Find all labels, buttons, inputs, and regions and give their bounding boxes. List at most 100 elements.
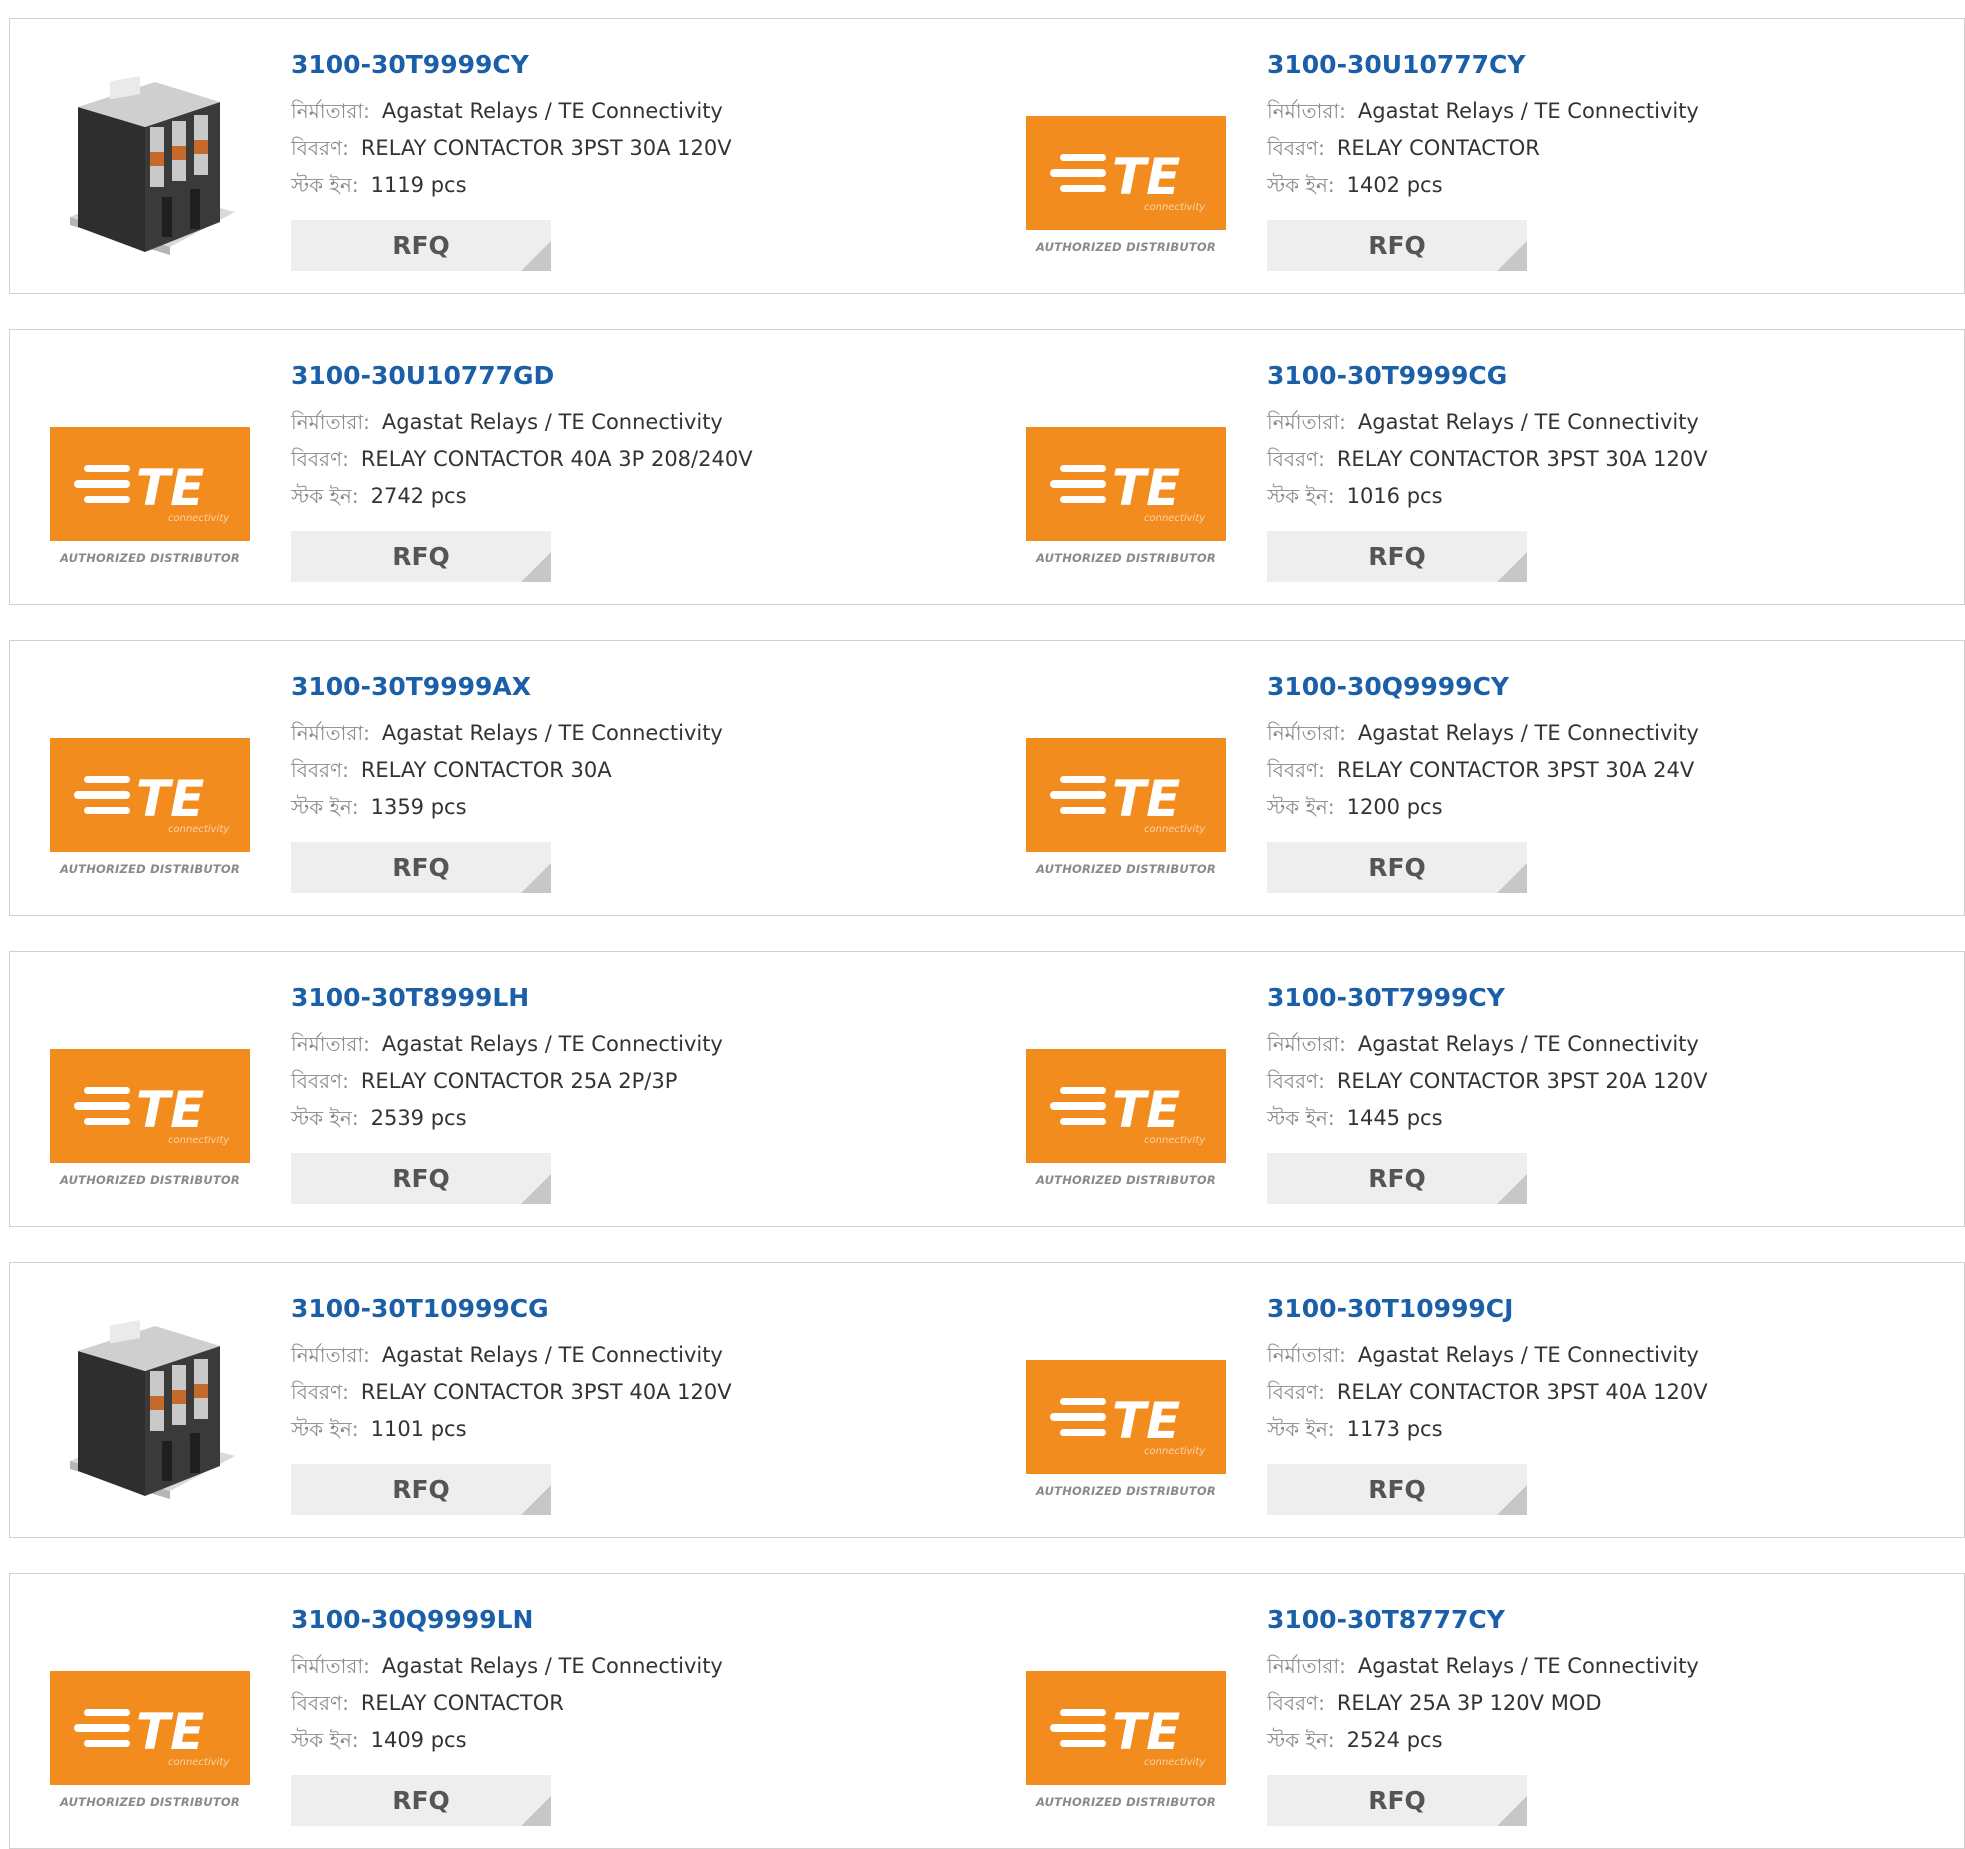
- product-image-link[interactable]: TE connectivity AUTHORIZED DISTRIBUTOR: [1026, 980, 1226, 1206]
- te-logo-subtext: connectivity: [168, 1135, 230, 1146]
- te-authorized-distributor-logo: TE connectivity AUTHORIZED DISTRIBUTOR: [1026, 116, 1226, 264]
- product-card: TE connectivity AUTHORIZED DISTRIBUTOR 310…: [9, 640, 988, 916]
- description-row: বিবরণ: RELAY CONTACTOR 3PST 30A 120V: [1267, 441, 1927, 478]
- te-logo-subtext: connectivity: [1144, 202, 1206, 213]
- rfq-button[interactable]: RFQ: [291, 1153, 551, 1204]
- description-row: বিবরণ: RELAY CONTACTOR 3PST 30A 120V: [291, 130, 951, 167]
- product-card: TE connectivity AUTHORIZED DISTRIBUTOR 310…: [986, 329, 1965, 605]
- te-logo-subtext: connectivity: [1144, 824, 1206, 835]
- rfq-button[interactable]: RFQ: [291, 1775, 551, 1826]
- stock-row: স্টক ইন: 1402 pcs: [1267, 167, 1927, 204]
- product-info: 3100-30T9999AX নির্মাতারা: Agastat Relays…: [291, 669, 951, 826]
- part-number-link[interactable]: 3100-30T9999CY: [291, 47, 951, 83]
- description-label: বিবরণ:: [291, 447, 349, 471]
- description-row: বিবরণ: RELAY 25A 3P 120V MOD: [1267, 1685, 1927, 1722]
- stock-label: স্টক ইন:: [1267, 795, 1335, 819]
- product-card: TE connectivity AUTHORIZED DISTRIBUTOR 310…: [986, 1262, 1965, 1538]
- manufacturer-label: নির্মাতারা:: [1267, 1654, 1346, 1678]
- stock-value: 1409 pcs: [370, 1728, 467, 1752]
- product-card: TE connectivity AUTHORIZED DISTRIBUTOR 310…: [986, 640, 1965, 916]
- te-authorized-distributor-logo: TE connectivity AUTHORIZED DISTRIBUTOR: [50, 738, 250, 886]
- product-info: 3100-30Q9999LN নির্মাতারা: Agastat Relays…: [291, 1602, 951, 1759]
- stock-row: স্টক ইন: 1101 pcs: [291, 1411, 951, 1448]
- rfq-button[interactable]: RFQ: [1267, 1775, 1527, 1826]
- product-row: 3100-30T9999CY নির্মাতারা: Agastat Relays…: [9, 18, 1965, 294]
- rfq-button[interactable]: RFQ: [1267, 220, 1527, 271]
- manufacturer-label: নির্মাতারা:: [1267, 1032, 1346, 1056]
- stock-label: স্টক ইন:: [1267, 1106, 1335, 1130]
- rfq-button-label: RFQ: [1368, 1475, 1426, 1504]
- part-number-link[interactable]: 3100-30Q9999LN: [291, 1602, 951, 1638]
- rfq-button[interactable]: RFQ: [291, 1464, 551, 1515]
- product-image-link[interactable]: [50, 1291, 250, 1517]
- description-label: বিবরণ:: [1267, 1380, 1325, 1404]
- te-logo-wordmark: TE: [1112, 1392, 1180, 1450]
- description-value: RELAY CONTACTOR 3PST 30A 120V: [1336, 447, 1708, 471]
- product-info: 3100-30T9999CG নির্মাতারা: Agastat Relays…: [1267, 358, 1927, 515]
- te-authorized-distributor-logo: TE connectivity AUTHORIZED DISTRIBUTOR: [1026, 1360, 1226, 1508]
- stock-label: স্টক ইন:: [291, 1728, 359, 1752]
- rfq-button[interactable]: RFQ: [1267, 531, 1527, 582]
- part-number-link[interactable]: 3100-30U10777GD: [291, 358, 951, 394]
- stock-row: স্টক ইন: 1359 pcs: [291, 789, 951, 826]
- relay-contactor-photo: [50, 47, 250, 273]
- product-image-link[interactable]: [50, 47, 250, 273]
- description-label: বিবরণ:: [291, 136, 349, 160]
- product-image-link[interactable]: TE connectivity AUTHORIZED DISTRIBUTOR: [50, 358, 250, 584]
- rfq-button[interactable]: RFQ: [291, 220, 551, 271]
- rfq-corner-decoration: [521, 241, 551, 271]
- te-logo-badge: TE connectivity: [50, 1671, 250, 1785]
- product-image-link[interactable]: TE connectivity AUTHORIZED DISTRIBUTOR: [50, 1602, 250, 1828]
- part-number-link[interactable]: 3100-30T9999CG: [1267, 358, 1927, 394]
- rfq-button[interactable]: RFQ: [1267, 1464, 1527, 1515]
- te-logo-wordmark: TE: [1112, 1081, 1180, 1139]
- manufacturer-label: নির্মাতারা:: [1267, 410, 1346, 434]
- rfq-button[interactable]: RFQ: [291, 842, 551, 893]
- te-logo-badge: TE connectivity: [50, 427, 250, 541]
- te-logo-subtext: connectivity: [1144, 1135, 1206, 1146]
- product-card: TE connectivity AUTHORIZED DISTRIBUTOR 310…: [986, 951, 1965, 1227]
- product-info: 3100-30U10777CY নির্মাতারা: Agastat Relay…: [1267, 47, 1927, 204]
- rfq-button[interactable]: RFQ: [291, 531, 551, 582]
- description-row: বিবরণ: RELAY CONTACTOR 30A: [291, 752, 951, 789]
- stock-row: স্টক ইন: 1200 pcs: [1267, 789, 1927, 826]
- te-logo-wordmark: TE: [136, 770, 204, 828]
- part-number-link[interactable]: 3100-30U10777CY: [1267, 47, 1927, 83]
- part-number-link[interactable]: 3100-30T8777CY: [1267, 1602, 1927, 1638]
- part-number-link[interactable]: 3100-30Q9999CY: [1267, 669, 1927, 705]
- te-logo-badge: TE connectivity: [1026, 1671, 1226, 1785]
- product-image-link[interactable]: TE connectivity AUTHORIZED DISTRIBUTOR: [1026, 669, 1226, 895]
- authorized-distributor-text: AUTHORIZED DISTRIBUTOR: [1036, 551, 1216, 565]
- product-image-link[interactable]: TE connectivity AUTHORIZED DISTRIBUTOR: [1026, 47, 1226, 273]
- product-image-link[interactable]: TE connectivity AUTHORIZED DISTRIBUTOR: [1026, 1291, 1226, 1517]
- rfq-corner-decoration: [1497, 552, 1527, 582]
- manufacturer-label: নির্মাতারা:: [1267, 99, 1346, 123]
- product-image-link[interactable]: TE connectivity AUTHORIZED DISTRIBUTOR: [1026, 358, 1226, 584]
- part-number-link[interactable]: 3100-30T10999CJ: [1267, 1291, 1927, 1327]
- part-number-link[interactable]: 3100-30T8999LH: [291, 980, 951, 1016]
- rfq-button[interactable]: RFQ: [1267, 842, 1527, 893]
- product-card: TE connectivity AUTHORIZED DISTRIBUTOR 310…: [9, 1573, 988, 1849]
- manufacturer-value: Agastat Relays / TE Connectivity: [1357, 1343, 1699, 1367]
- rfq-button-label: RFQ: [392, 231, 450, 260]
- rfq-button-label: RFQ: [1368, 1786, 1426, 1815]
- manufacturer-label: নির্মাতারা:: [291, 1654, 370, 1678]
- description-label: বিবরণ:: [291, 758, 349, 782]
- part-number-link[interactable]: 3100-30T7999CY: [1267, 980, 1927, 1016]
- part-number-link[interactable]: 3100-30T9999AX: [291, 669, 951, 705]
- product-image-link[interactable]: TE connectivity AUTHORIZED DISTRIBUTOR: [50, 669, 250, 895]
- rfq-corner-decoration: [1497, 1796, 1527, 1826]
- rfq-button[interactable]: RFQ: [1267, 1153, 1527, 1204]
- te-logo-subtext: connectivity: [1144, 513, 1206, 524]
- product-image-link[interactable]: TE connectivity AUTHORIZED DISTRIBUTOR: [1026, 1602, 1226, 1828]
- product-row: 3100-30T10999CG নির্মাতারা: Agastat Relay…: [9, 1262, 1965, 1538]
- manufacturer-value: Agastat Relays / TE Connectivity: [1357, 1654, 1699, 1678]
- rfq-corner-decoration: [521, 1796, 551, 1826]
- product-image-link[interactable]: TE connectivity AUTHORIZED DISTRIBUTOR: [50, 980, 250, 1206]
- description-label: বিবরণ:: [1267, 447, 1325, 471]
- description-label: বিবরণ:: [291, 1380, 349, 1404]
- rfq-button-label: RFQ: [392, 1786, 450, 1815]
- part-number-link[interactable]: 3100-30T10999CG: [291, 1291, 951, 1327]
- product-info: 3100-30T9999CY নির্মাতারা: Agastat Relays…: [291, 47, 951, 204]
- stock-row: স্টক ইন: 2524 pcs: [1267, 1722, 1927, 1759]
